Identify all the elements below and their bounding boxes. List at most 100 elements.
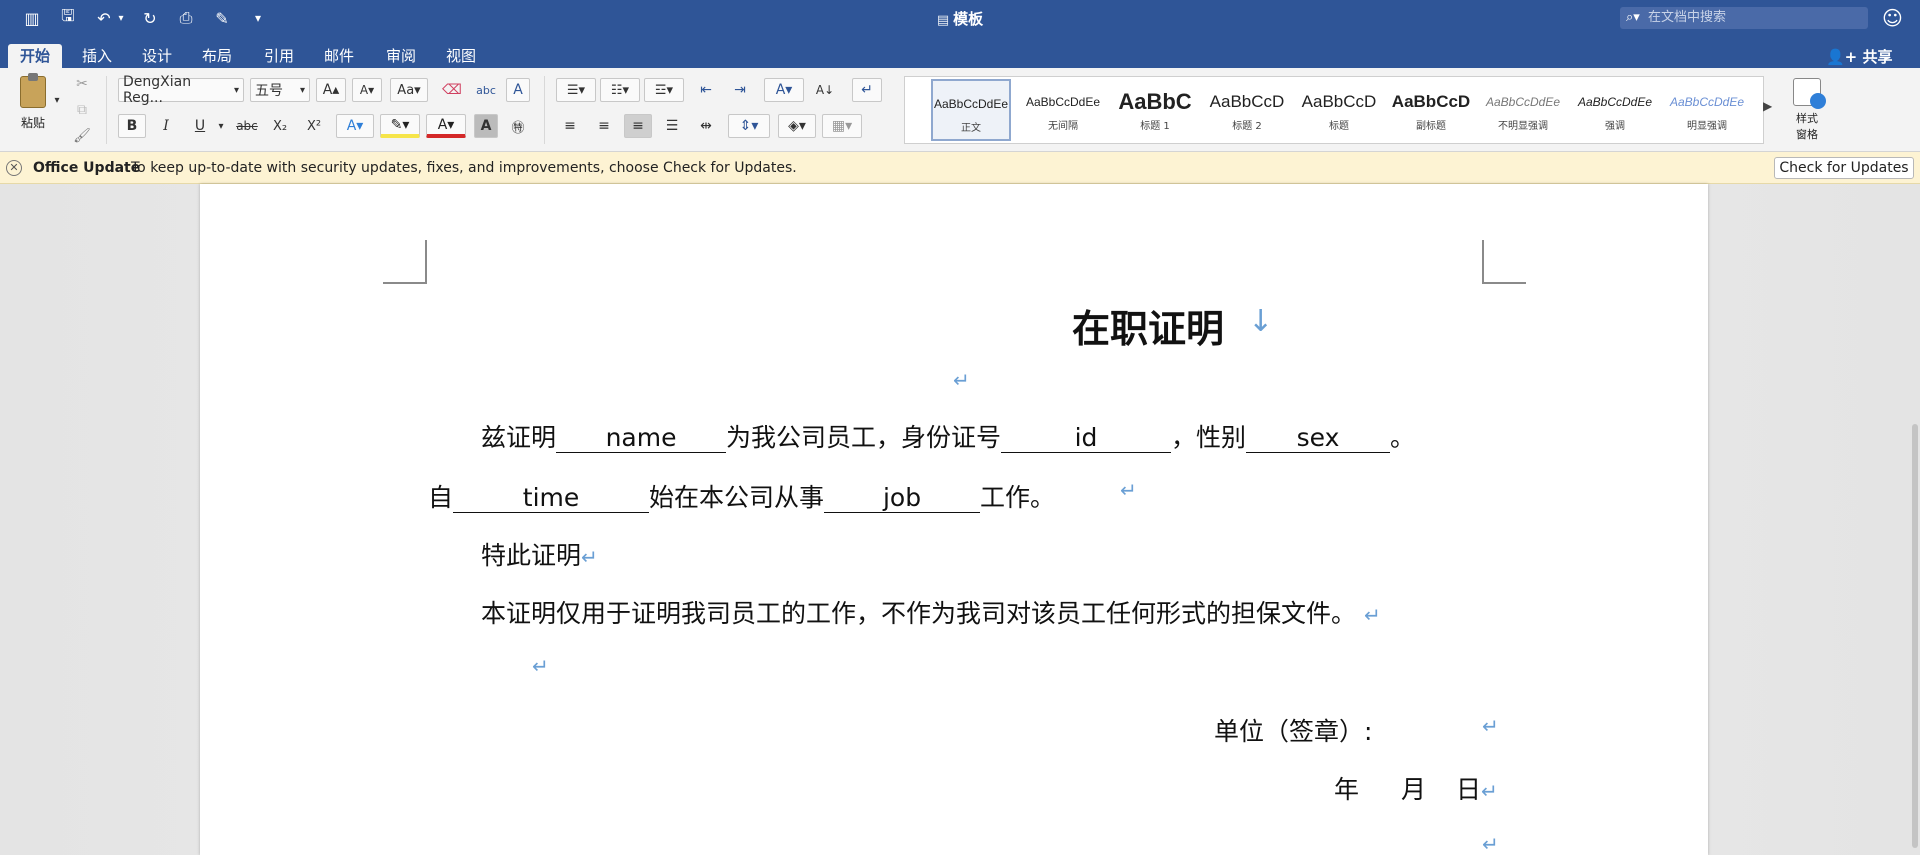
italic-button[interactable]: I [152,114,180,138]
font-name-select[interactable]: DengXian Reg... ▾ [118,74,244,106]
underline-dropdown-icon[interactable]: ▾ [214,114,228,138]
multilevel-list-button[interactable]: ☲▾ [644,78,684,102]
increase-indent-icon[interactable]: ⇥ [726,78,754,102]
style-sample: AaBbCcD [1301,92,1377,111]
grow-font-button[interactable]: A▴ [316,78,346,102]
update-message: To keep up-to-date with security updates… [131,160,797,176]
signature-unit-label[interactable]: 单位（签章）: [1214,712,1372,748]
job-field[interactable]: job [824,484,981,513]
style-subtitle[interactable]: AaBbCcD 副标题 [1391,79,1471,141]
gallery-more-arrow-icon[interactable]: ▶ [1763,99,1772,113]
style-heading-2[interactable]: AaBbCcD 标题 2 [1207,79,1287,141]
search-placeholder: 在文档中搜索 [1648,10,1727,25]
text-effects-button[interactable]: A▾ [336,114,374,138]
add-person-icon: 👤+ [1826,48,1863,66]
styles-pane-button[interactable]: 样式 窗格 [1782,78,1832,142]
shading-button[interactable]: ◈▾ [778,114,816,138]
heading-anchor-arrow-icon: ↓ [1248,304,1274,339]
justify-icon[interactable]: ☰ [658,114,686,138]
style-name: 正文 [961,123,981,134]
document-title-text: 模板 [953,10,984,28]
paragraph-mark: ↵ [1481,779,1498,803]
close-icon[interactable]: ✕ [6,160,22,176]
tab-insert[interactable]: 插入 [70,44,124,68]
align-center-icon[interactable]: ≡ [590,114,618,138]
font-color-button[interactable]: A▾ [426,114,466,138]
font-size-select[interactable]: 五号 ▾ [250,78,310,102]
change-case-button[interactable]: Aa▾ [390,78,428,102]
tab-design[interactable]: 设计 [130,44,184,68]
paragraph-mark: ↵ [1482,714,1499,738]
chevron-down-icon: ▾ [299,84,305,96]
phonetic-guide-icon[interactable]: abc [472,78,500,102]
clear-formatting-icon[interactable]: ⌫ [438,78,466,102]
id-field[interactable]: id [1001,424,1172,453]
sort-icon[interactable]: A↓ [810,78,840,102]
format-painter-icon[interactable]: 🖌 [70,124,94,148]
tab-mailings[interactable]: 邮件 [312,44,366,68]
character-border-icon[interactable]: A [506,78,530,102]
borders-button[interactable]: ▦▾ [822,114,862,138]
show-paragraph-marks-icon[interactable]: ↵ [852,78,882,102]
document-page[interactable]: 在职证明 ↓ ↵ 兹证明 name 为我公司员工，身份证号 id ，性别 sex。 自 ti… [200,184,1708,855]
style-sample: AaBbCcDdEe [1485,95,1561,109]
update-title: Office Update [33,160,141,176]
decrease-indent-icon[interactable]: ⇤ [692,78,720,102]
bullets-button[interactable]: ☰▾ [556,78,596,102]
style-title[interactable]: AaBbCcD 标题 [1299,79,1379,141]
ribbon-separator [106,76,107,144]
highlight-color-button[interactable]: ✎▾ [380,114,420,138]
style-subtle-emphasis[interactable]: AaBbCcDdEe 不明显强调 [1483,79,1563,141]
style-name: 明显强调 [1687,121,1727,132]
style-normal[interactable]: AaBbCcDdEe 正文 [931,79,1011,141]
paragraph-mark: ↵ [581,545,598,569]
asian-layout-button[interactable]: A▾ [764,78,804,102]
superscript-button[interactable]: X² [300,114,328,138]
name-field[interactable]: name [556,424,727,453]
vertical-scrollbar[interactable] [1912,424,1918,848]
check-for-updates-button[interactable]: Check for Updates [1774,157,1914,179]
body-line-3[interactable]: 特此证明↵ [481,536,598,572]
strikethrough-button[interactable]: abc [232,114,262,138]
bold-button[interactable]: B [118,114,146,138]
tab-references[interactable]: 引用 [252,44,306,68]
document-heading[interactable]: 在职证明 [1072,298,1224,353]
text-run: 特此证明 [481,541,582,570]
paste-dropdown-icon[interactable]: ▾ [50,88,64,112]
style-intense-emphasis[interactable]: AaBbCcDdEe 明显强调 [1667,79,1747,141]
signature-date-line[interactable]: 年 月日↵ [1334,770,1498,806]
style-name: 强调 [1605,121,1625,132]
tab-view[interactable]: 视图 [434,44,488,68]
underline-button[interactable]: U [186,114,214,138]
body-line-4[interactable]: 本证明仅用于证明我司员工的工作，不作为我司对该员工任何形式的担保文件。 ↵ [481,594,1381,630]
distributed-icon[interactable]: ⇹ [692,114,720,138]
numbering-button[interactable]: ☷▾ [600,78,640,102]
tab-review[interactable]: 审阅 [374,44,428,68]
share-button[interactable]: 👤+ 共享 [1826,46,1892,67]
word-doc-icon: ▤ [936,13,950,28]
font-name-value: DengXian Reg... [123,74,192,106]
body-line-1[interactable]: 兹证明 name 为我公司员工，身份证号 id ，性别 sex。 [481,418,1415,454]
style-heading-1[interactable]: AaBbC 标题 1 [1115,79,1195,141]
line-spacing-button[interactable]: ⇕▾ [728,114,770,138]
align-left-icon[interactable]: ≡ [556,114,584,138]
character-shading-icon[interactable]: A [474,114,498,138]
text-run: 工作。 [980,483,1056,512]
tab-layout[interactable]: 布局 [190,44,244,68]
search-input[interactable]: ⌕▾ 在文档中搜索 [1620,7,1868,29]
enclose-characters-icon[interactable]: ㊕ [504,114,532,138]
feedback-smiley-icon[interactable]: ☺ [1882,6,1903,30]
cut-icon[interactable]: ✂ [70,72,94,96]
style-emphasis[interactable]: AaBbCcDdEe 强调 [1575,79,1655,141]
time-field[interactable]: time [453,484,650,513]
body-line-2[interactable]: 自 time 始在本公司从事 job 工作。 [428,478,1055,514]
text-run: 始在本公司从事 [649,483,825,512]
style-sample: AaBbCcDdEe [1669,95,1745,109]
shrink-font-button[interactable]: A▾ [352,78,382,102]
style-no-spacing[interactable]: AaBbCcDdEe 无间隔 [1023,79,1103,141]
tab-home[interactable]: 开始 [8,44,63,68]
align-right-icon[interactable]: ≡ [624,114,652,138]
copy-icon[interactable]: ⧉ [70,98,94,122]
sex-field[interactable]: sex [1246,424,1391,453]
subscript-button[interactable]: X₂ [266,114,294,138]
